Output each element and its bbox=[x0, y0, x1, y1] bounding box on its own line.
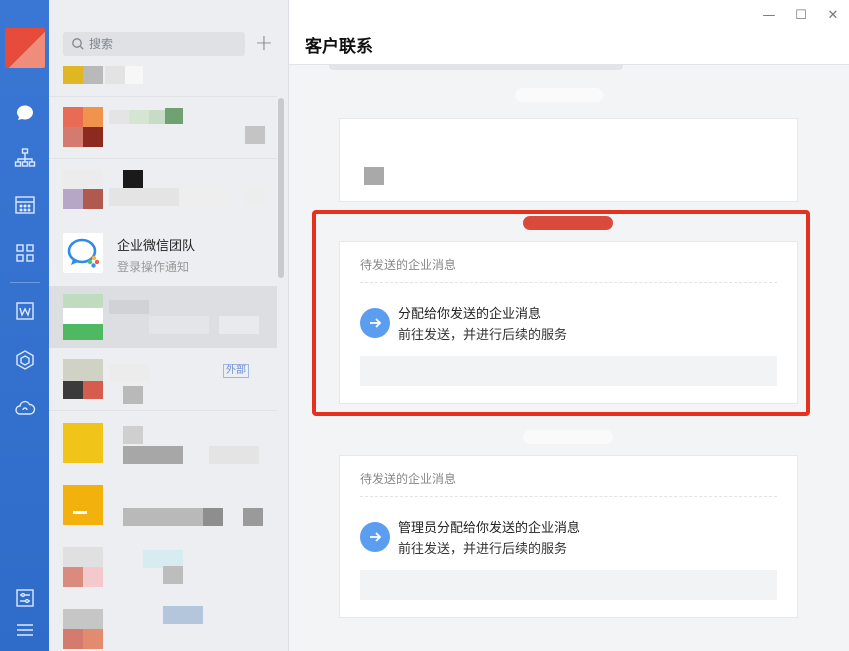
card-footer bbox=[360, 570, 777, 600]
avatar bbox=[63, 359, 103, 399]
wecom-logo-icon bbox=[63, 233, 103, 273]
arrow-right-icon bbox=[370, 532, 382, 542]
avatar bbox=[63, 107, 103, 147]
apps-grid-icon[interactable] bbox=[12, 240, 38, 266]
minimize-button[interactable]: — bbox=[759, 6, 779, 24]
list-item[interactable] bbox=[49, 96, 277, 158]
list-item[interactable] bbox=[49, 412, 277, 474]
calendar-icon[interactable] bbox=[12, 192, 38, 218]
divider bbox=[360, 496, 777, 497]
go-send-button[interactable] bbox=[360, 522, 390, 552]
close-button[interactable]: ✕ bbox=[823, 6, 843, 24]
menu-icon[interactable] bbox=[12, 617, 38, 643]
list-item[interactable] bbox=[49, 158, 277, 220]
chat-name: 企业微信团队 bbox=[117, 239, 196, 254]
card-header: 待发送的企业消息 bbox=[360, 472, 457, 486]
rail-divider bbox=[10, 282, 40, 283]
scroll-edge bbox=[329, 64, 623, 70]
timestamp-pill bbox=[515, 88, 603, 102]
avatar bbox=[63, 294, 103, 340]
enterprise-message-card[interactable]: 待发送的企业消息 管理员分配给你发送的企业消息 前往发送，并进行后续的服务 bbox=[339, 455, 798, 618]
org-chart-icon[interactable] bbox=[12, 145, 38, 171]
chat-list-scrollbar[interactable] bbox=[278, 98, 284, 278]
list-item[interactable] bbox=[49, 536, 277, 598]
title-bar: 客户联系 — ☐ ✕ bbox=[289, 0, 849, 65]
message-card-blurred bbox=[339, 118, 798, 202]
list-item-selected[interactable] bbox=[49, 286, 277, 348]
external-tag: 外部 bbox=[223, 364, 249, 378]
cube-icon[interactable] bbox=[12, 347, 38, 373]
timestamp-pill bbox=[523, 430, 613, 444]
avatar bbox=[63, 169, 103, 209]
maximize-button[interactable]: ☐ bbox=[791, 6, 811, 24]
avatar bbox=[63, 485, 103, 525]
doc-w-icon[interactable] bbox=[12, 298, 38, 324]
add-button[interactable]: + bbox=[252, 32, 276, 56]
chat-list-panel: + bbox=[49, 0, 289, 651]
cloud-icon[interactable] bbox=[12, 395, 38, 421]
search-icon bbox=[72, 38, 84, 50]
chat-bubble-icon[interactable] bbox=[12, 98, 38, 124]
card-action-hint: 前往发送，并进行后续的服务 bbox=[398, 542, 568, 557]
nav-rail bbox=[0, 0, 49, 651]
card-message: 管理员分配给你发送的企业消息 bbox=[398, 521, 581, 536]
chat-preview: 登录操作通知 bbox=[117, 260, 190, 274]
avatar bbox=[63, 609, 103, 649]
settings-sliders-icon[interactable] bbox=[12, 585, 38, 611]
highlight-annotation bbox=[312, 210, 810, 416]
list-item[interactable] bbox=[49, 474, 277, 536]
search-box[interactable] bbox=[63, 32, 245, 56]
user-avatar[interactable] bbox=[5, 28, 45, 68]
list-item-wecom-team[interactable]: 企业微信团队 登录操作通知 bbox=[49, 222, 277, 284]
avatar bbox=[63, 423, 103, 463]
list-item[interactable] bbox=[49, 58, 277, 94]
list-item[interactable]: 外部 bbox=[49, 348, 277, 410]
avatar bbox=[63, 547, 103, 587]
page-title: 客户联系 bbox=[305, 37, 373, 57]
list-item[interactable] bbox=[49, 598, 277, 651]
search-input[interactable] bbox=[85, 36, 241, 52]
